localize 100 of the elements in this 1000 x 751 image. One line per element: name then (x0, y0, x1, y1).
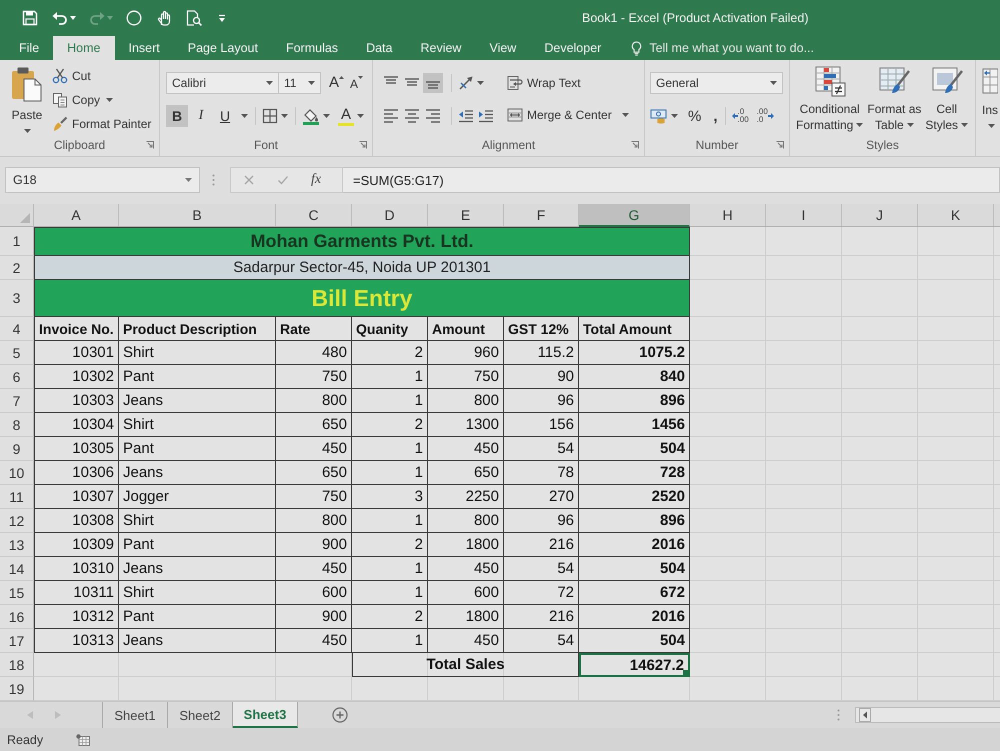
paintbrush-icon (52, 116, 68, 132)
vertical-dots-icon[interactable] (837, 709, 840, 721)
tell-me-field[interactable]: Tell me what you want to do... (631, 36, 814, 60)
table-cell: Pant (119, 605, 276, 629)
customize-caret-icon[interactable] (218, 14, 226, 22)
checkmark-icon[interactable] (277, 174, 289, 186)
ribbon-tab[interactable]: View (475, 36, 530, 60)
bold-button[interactable]: B (166, 105, 188, 127)
font-name-dropdown[interactable]: Calibri (166, 72, 279, 94)
caret-icon[interactable] (477, 81, 484, 85)
caret-icon[interactable] (961, 123, 968, 127)
table-cell: 2250 (428, 485, 504, 509)
table-cell: 1 (352, 437, 428, 461)
indent-left-icon[interactable] (458, 108, 474, 124)
column-header[interactable]: I (766, 204, 842, 226)
caret-icon[interactable] (906, 123, 914, 127)
diagonal-arrow-icon[interactable] (458, 75, 474, 91)
underline-button[interactable]: U (214, 105, 236, 127)
ribbon-tab[interactable]: Formulas (272, 36, 352, 60)
format-as-table-button[interactable]: Format as Table (865, 65, 924, 136)
borders-icon[interactable] (262, 108, 278, 124)
caret-icon[interactable] (241, 114, 248, 118)
conditional-formatting-button[interactable]: Conditional Formatting (794, 65, 866, 136)
ribbon-tab[interactable]: Data (352, 36, 406, 60)
merge-center-button[interactable]: Merge & Center (507, 104, 629, 126)
caret-icon[interactable] (266, 81, 273, 85)
paint-bucket-icon[interactable] (302, 107, 320, 125)
caret-up-icon (339, 76, 344, 79)
cut-button[interactable]: Cut (52, 64, 152, 88)
dialog-launcher-icon[interactable] (631, 141, 639, 149)
save-icon[interactable] (22, 10, 38, 26)
ribbon-tab[interactable]: Page Layout (174, 36, 272, 60)
caret-icon[interactable] (323, 114, 330, 118)
column-header[interactable]: G (579, 204, 690, 227)
percent-button[interactable]: % (688, 108, 702, 124)
paste-button[interactable]: Paste (8, 64, 46, 136)
table-cell: 54 (504, 629, 579, 653)
page-magnifier-icon[interactable] (186, 10, 202, 26)
record-macro-icon[interactable] (76, 734, 90, 746)
insert-function-button[interactable]: fx (311, 172, 322, 188)
formula-field[interactable]: =SUM(G5:G17) (343, 167, 1000, 193)
caret-icon[interactable] (770, 81, 777, 85)
column-header[interactable]: H (690, 204, 766, 226)
dialog-launcher-icon[interactable] (359, 141, 367, 149)
caret-icon[interactable] (988, 124, 995, 128)
copy-button[interactable]: Copy (52, 88, 152, 112)
banknote-icon[interactable] (650, 108, 668, 124)
arrow-right-icon (768, 113, 774, 119)
caret-icon[interactable] (281, 114, 288, 118)
caret-icon[interactable] (24, 129, 30, 133)
hand-icon[interactable] (156, 10, 172, 26)
total-sales-label: Total Sales (352, 653, 579, 677)
align-bottom-icon[interactable] (423, 73, 443, 93)
scroll-left-icon[interactable] (859, 708, 871, 722)
ribbon-tab[interactable]: Developer (530, 36, 616, 60)
ribbon-tab[interactable]: Review (406, 36, 476, 60)
plus-circle-icon[interactable] (332, 707, 348, 723)
table-cell: Jeans (119, 461, 276, 485)
indent-right-icon[interactable] (478, 108, 494, 124)
caret-icon[interactable] (70, 16, 76, 20)
undo-icon[interactable] (52, 10, 68, 26)
name-box[interactable]: G18 (5, 167, 200, 193)
caret-icon[interactable] (671, 114, 678, 118)
caret-icon[interactable] (308, 81, 315, 85)
column-header[interactable]: C (276, 204, 352, 226)
caret-icon[interactable] (856, 123, 864, 127)
wrap-text-button[interactable]: Wrap Text (507, 72, 629, 94)
shrink-font-button[interactable]: A (350, 72, 364, 94)
format-painter-button[interactable]: Format Painter (52, 112, 152, 136)
ribbon-tab[interactable]: Home (53, 36, 114, 60)
column-header[interactable]: A (34, 204, 119, 226)
italic-button[interactable]: I (190, 105, 212, 127)
cell-styles-button[interactable]: Cell Styles (923, 65, 970, 136)
column-header[interactable]: K (918, 204, 994, 226)
dialog-launcher-icon[interactable] (146, 141, 154, 149)
grow-font-button[interactable]: A (329, 72, 344, 94)
vertical-dots-icon[interactable] (212, 174, 215, 186)
column-header[interactable]: J (842, 204, 918, 226)
insert-cells-button[interactable]: Ins (982, 66, 1000, 128)
increase-decimal-button[interactable]: .0 .00 (732, 108, 749, 124)
font-color-button[interactable]: A (338, 106, 354, 126)
decrease-decimal-button[interactable]: .00 .0 (756, 108, 774, 124)
ribbon-tab[interactable]: Insert (114, 36, 174, 60)
number-format-dropdown[interactable]: General (650, 72, 783, 94)
column-header[interactable]: D (352, 204, 428, 226)
caret-icon[interactable] (185, 178, 192, 182)
column-header[interactable]: E (428, 204, 504, 226)
table-cell: 2016 (579, 533, 690, 557)
sheet-tab[interactable]: Sheet3 (233, 702, 298, 728)
comma-style-button[interactable]: , (713, 108, 718, 124)
dialog-launcher-icon[interactable] (776, 141, 784, 149)
column-header[interactable]: B (119, 204, 276, 226)
ribbon-tab[interactable]: File (5, 36, 54, 60)
caret-icon[interactable] (622, 113, 629, 117)
horizontal-scrollbar[interactable] (855, 707, 1000, 723)
circle-icon[interactable] (126, 10, 142, 26)
caret-icon[interactable] (106, 98, 114, 102)
font-size-dropdown[interactable]: 11 (279, 72, 321, 94)
caret-icon[interactable] (357, 114, 364, 118)
table-cell: 10304 (34, 413, 119, 437)
